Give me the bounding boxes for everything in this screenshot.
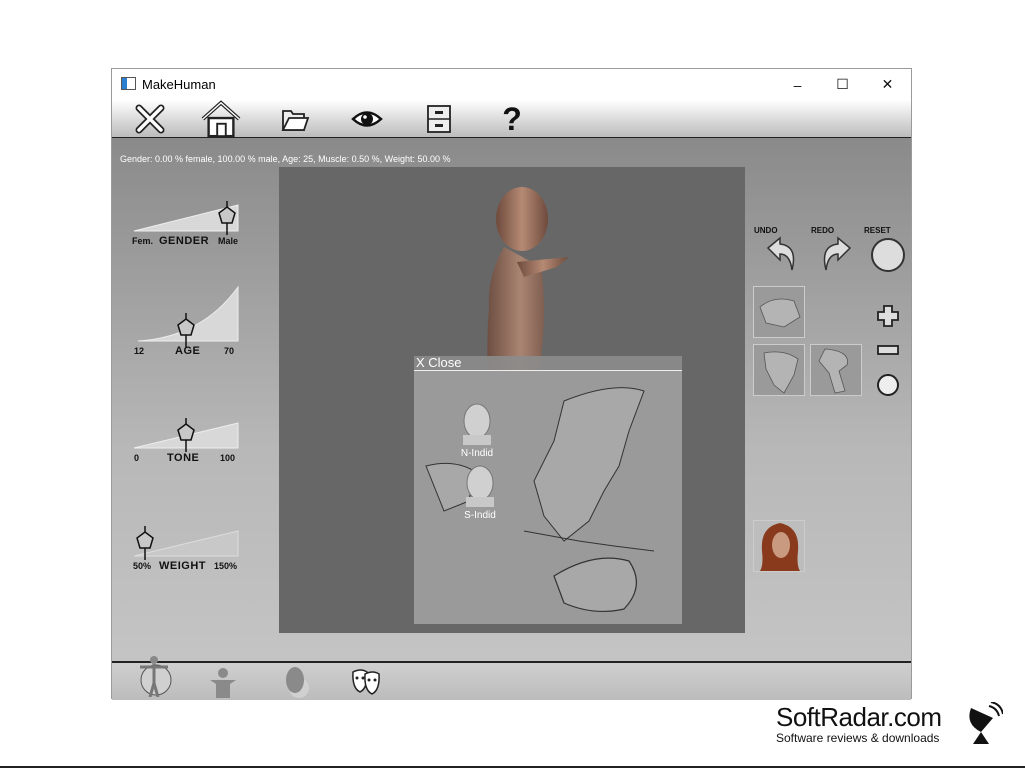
satellite-dish-icon <box>969 702 1003 744</box>
torso-icon <box>210 668 236 698</box>
zoom-reset-button[interactable] <box>877 374 899 396</box>
zoom-out-button[interactable] <box>876 343 900 362</box>
face-s-indid[interactable]: S-Indid <box>454 463 506 521</box>
watermark-subtitle: Software reviews & downloads <box>776 731 940 745</box>
view-button[interactable] <box>347 102 387 136</box>
tone-max-label: 100 <box>220 453 236 463</box>
title-bar: MakeHuman – ☐ ✕ <box>112 69 911 100</box>
world-map[interactable]: N-Indid S-Indid <box>414 371 682 624</box>
tab-head[interactable] <box>279 666 313 698</box>
reset-button[interactable] <box>871 238 905 272</box>
popup-close-button[interactable]: X Close <box>416 355 462 370</box>
masks-icon <box>352 669 380 695</box>
app-window: MakeHuman – ☐ ✕ ? Gender: 0.00 % female,… <box>111 68 912 700</box>
map-thumb-image <box>763 351 799 394</box>
home-icon <box>201 100 241 138</box>
undo-icon <box>766 236 795 271</box>
head-icon <box>463 403 491 445</box>
app-icon <box>121 77 136 90</box>
undo-button[interactable] <box>760 234 802 281</box>
softradar-watermark: SoftRadar.com Software reviews & downloa… <box>776 702 942 745</box>
tone-label: TONE <box>167 452 200 464</box>
age-slider[interactable]: 12 AGE 70 <box>132 285 242 357</box>
popup-header: X Close <box>414 355 682 371</box>
load-button[interactable] <box>275 102 315 136</box>
save-icon <box>427 105 451 133</box>
hair-icon <box>759 523 801 571</box>
map-thumb-africa[interactable] <box>753 344 805 396</box>
gender-label: GENDER <box>159 235 210 247</box>
tab-body[interactable] <box>136 655 172 698</box>
help-button[interactable]: ? <box>492 100 532 137</box>
gender-slider-knob[interactable] <box>217 201 237 235</box>
map-thumb-image <box>759 298 801 328</box>
tone-slider-knob[interactable] <box>176 418 196 452</box>
face-n-indid[interactable]: N-Indid <box>451 401 503 459</box>
hair-thumbnail[interactable] <box>753 520 805 572</box>
tone-min-label: 0 <box>134 453 140 463</box>
status-line: Gender: 0.00 % female, 100.00 % male, Ag… <box>120 154 451 164</box>
ethnic-map-popup: X Close N-Indid S-Indid <box>414 355 682 624</box>
tab-expression[interactable] <box>349 666 383 698</box>
eye-icon <box>351 111 383 127</box>
gender-min-label: Fem. <box>132 236 154 246</box>
map-thumb-europe[interactable] <box>753 286 805 338</box>
main-toolbar: ? <box>112 100 911 139</box>
weight-max-label: 150% <box>214 561 238 571</box>
weight-min-label: 50% <box>133 561 152 571</box>
full-body-icon <box>140 656 172 698</box>
maximize-button[interactable]: ☐ <box>820 69 865 100</box>
save-button[interactable] <box>419 102 459 136</box>
folder-icon <box>281 110 310 131</box>
main-area: Gender: 0.00 % female, 100.00 % male, Ag… <box>112 138 911 661</box>
age-slider-knob[interactable] <box>176 313 196 347</box>
weight-slider[interactable]: 50% WEIGHT 150% <box>132 526 242 588</box>
head-icon <box>466 465 494 507</box>
gender-slider[interactable]: Fem. GENDER Male <box>132 201 242 263</box>
head-icon <box>286 667 309 698</box>
bottom-tabbar <box>112 656 911 700</box>
page-bottom-rule <box>0 766 1025 768</box>
weight-label: WEIGHT <box>159 560 206 572</box>
home-button[interactable] <box>201 100 241 138</box>
watermark-title: SoftRadar.com <box>776 702 942 732</box>
exit-button[interactable] <box>130 102 170 136</box>
age-label: AGE <box>175 345 201 357</box>
close-window-button[interactable]: ✕ <box>865 69 910 100</box>
plus-icon <box>877 305 899 327</box>
x-icon <box>135 104 165 134</box>
window-title: MakeHuman <box>142 77 216 92</box>
help-icon: ? <box>502 100 522 137</box>
gender-max-label: Male <box>218 236 239 246</box>
redo-icon <box>823 236 852 271</box>
map-thumb-image <box>818 348 848 394</box>
redo-button[interactable] <box>816 234 858 281</box>
reset-label: RESET <box>864 226 891 235</box>
face-label: S-Indid <box>464 510 496 521</box>
age-min-label: 12 <box>134 346 145 356</box>
weight-slider-knob[interactable] <box>135 526 155 560</box>
tone-slider[interactable]: 0 TONE 100 <box>132 418 242 480</box>
map-thumb-americas[interactable] <box>810 344 862 396</box>
minus-icon <box>877 345 899 355</box>
minimize-button[interactable]: – <box>775 69 820 100</box>
face-label: N-Indid <box>460 448 494 459</box>
zoom-in-button[interactable] <box>876 304 900 333</box>
age-max-label: 70 <box>224 346 235 356</box>
tab-torso[interactable] <box>206 666 240 698</box>
